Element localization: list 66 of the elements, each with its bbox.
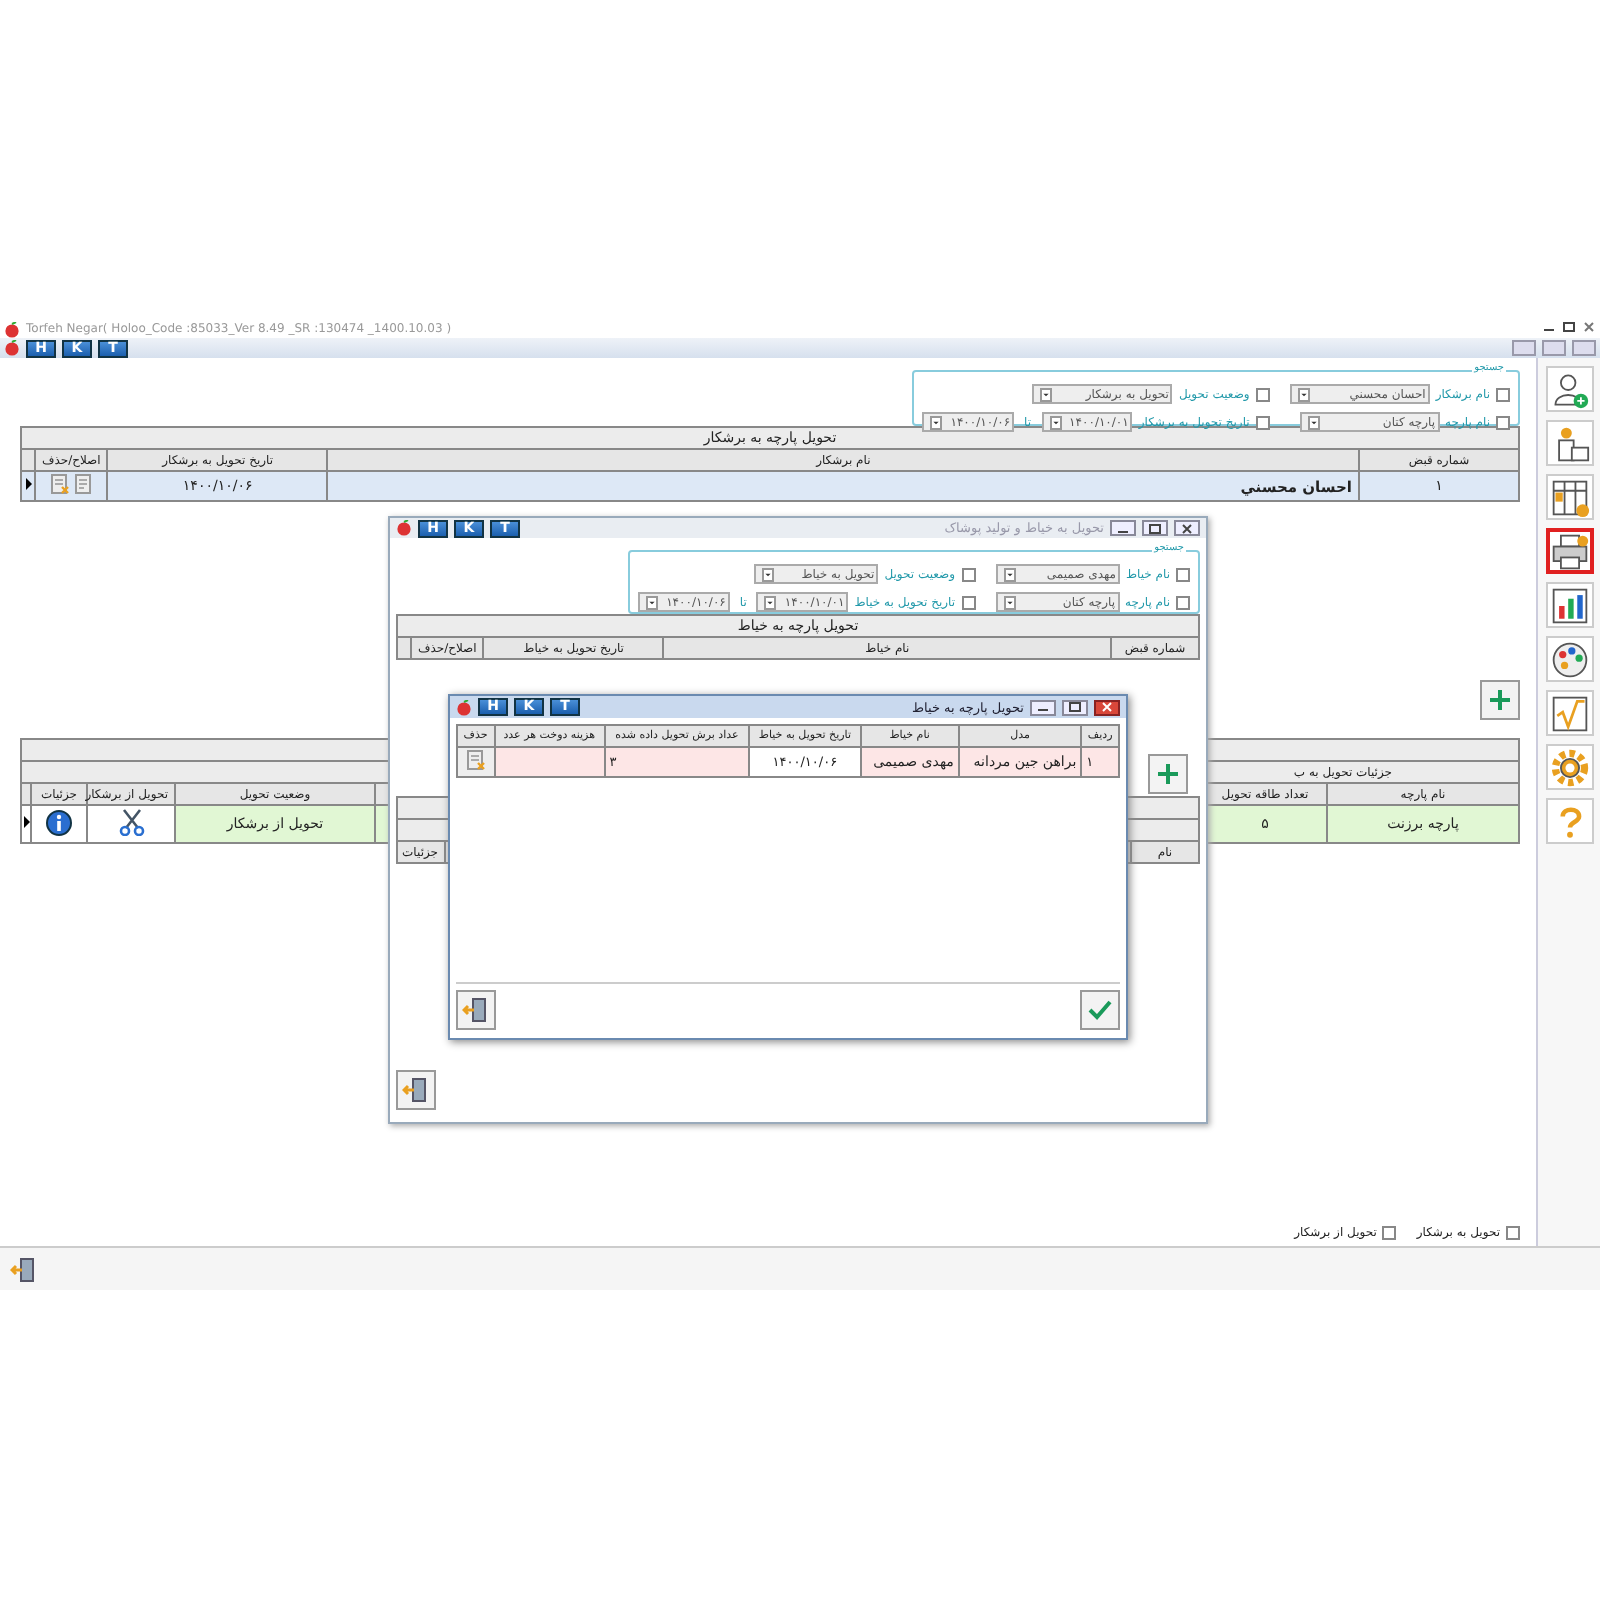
info-icon[interactable] bbox=[46, 809, 72, 835]
plus-icon bbox=[1488, 688, 1512, 712]
caret-icon bbox=[1003, 567, 1016, 581]
exit-icon bbox=[10, 1255, 38, 1283]
caret-icon bbox=[1049, 415, 1062, 429]
maximize-button[interactable] bbox=[1562, 322, 1576, 336]
palette-icon bbox=[1549, 639, 1589, 679]
app-icon bbox=[4, 340, 20, 356]
bar-chart-icon bbox=[1549, 585, 1589, 625]
close-button[interactable] bbox=[1582, 322, 1596, 336]
checkbox[interactable] bbox=[1176, 567, 1190, 581]
checkbox[interactable] bbox=[961, 567, 976, 581]
add-button[interactable] bbox=[1148, 754, 1188, 794]
settings-icon bbox=[1549, 747, 1589, 787]
settings-button[interactable] bbox=[1545, 744, 1593, 790]
printer-button[interactable] bbox=[1545, 528, 1593, 574]
caret-icon bbox=[930, 415, 943, 429]
caret-icon bbox=[1040, 387, 1053, 401]
maximize-icon bbox=[1562, 322, 1576, 332]
checkbox[interactable] bbox=[1496, 387, 1510, 401]
exit-icon bbox=[402, 1076, 430, 1104]
checkbox[interactable] bbox=[961, 595, 976, 609]
checkbox[interactable] bbox=[1382, 1226, 1397, 1240]
maximize-icon bbox=[1068, 702, 1082, 712]
exit-icon bbox=[462, 996, 490, 1024]
close-icon bbox=[1180, 523, 1194, 533]
row-pointer-icon bbox=[25, 478, 31, 490]
caret-icon bbox=[1307, 415, 1320, 429]
checkbox[interactable] bbox=[1176, 595, 1190, 609]
square-root-button[interactable] bbox=[1545, 690, 1593, 736]
restore-button[interactable] bbox=[1062, 699, 1088, 715]
caret-icon bbox=[1003, 595, 1016, 609]
maximize-icon bbox=[1148, 523, 1162, 533]
scissors-icon[interactable] bbox=[117, 808, 145, 836]
palette-button[interactable] bbox=[1545, 636, 1593, 682]
caret-icon bbox=[764, 595, 777, 609]
minimize-button[interactable] bbox=[1030, 699, 1056, 715]
checkbox[interactable] bbox=[1506, 1226, 1520, 1240]
close-icon bbox=[1100, 702, 1114, 712]
checkbox[interactable] bbox=[1496, 415, 1510, 429]
app-icon bbox=[456, 699, 472, 715]
caret-icon bbox=[1297, 387, 1310, 401]
table-gear-button[interactable] bbox=[1545, 474, 1593, 520]
close-button[interactable] bbox=[1094, 699, 1120, 715]
square-root-icon bbox=[1549, 693, 1589, 733]
plus-icon bbox=[1156, 762, 1180, 786]
confirm-button[interactable] bbox=[1080, 990, 1120, 1030]
exit-button[interactable] bbox=[8, 1253, 40, 1285]
worker-tool-button[interactable] bbox=[1545, 420, 1593, 466]
row-pointer-icon bbox=[23, 816, 29, 828]
app-icon bbox=[4, 321, 20, 337]
bar-chart-button[interactable] bbox=[1545, 582, 1593, 628]
exit-button[interactable] bbox=[456, 990, 496, 1030]
add-user-icon bbox=[1549, 369, 1589, 409]
printer-icon bbox=[1549, 531, 1589, 571]
checkbox[interactable] bbox=[1255, 387, 1270, 401]
caret-icon bbox=[646, 595, 659, 609]
add-user-button[interactable] bbox=[1545, 366, 1593, 412]
caret-icon bbox=[762, 567, 775, 581]
exit-button[interactable] bbox=[396, 1070, 436, 1110]
checkbox[interactable] bbox=[1255, 415, 1270, 429]
add-button[interactable] bbox=[1480, 680, 1520, 720]
check-icon bbox=[1086, 996, 1114, 1024]
close-icon bbox=[1582, 322, 1596, 332]
table-gear-icon bbox=[1549, 477, 1589, 517]
app-icon bbox=[396, 520, 412, 536]
